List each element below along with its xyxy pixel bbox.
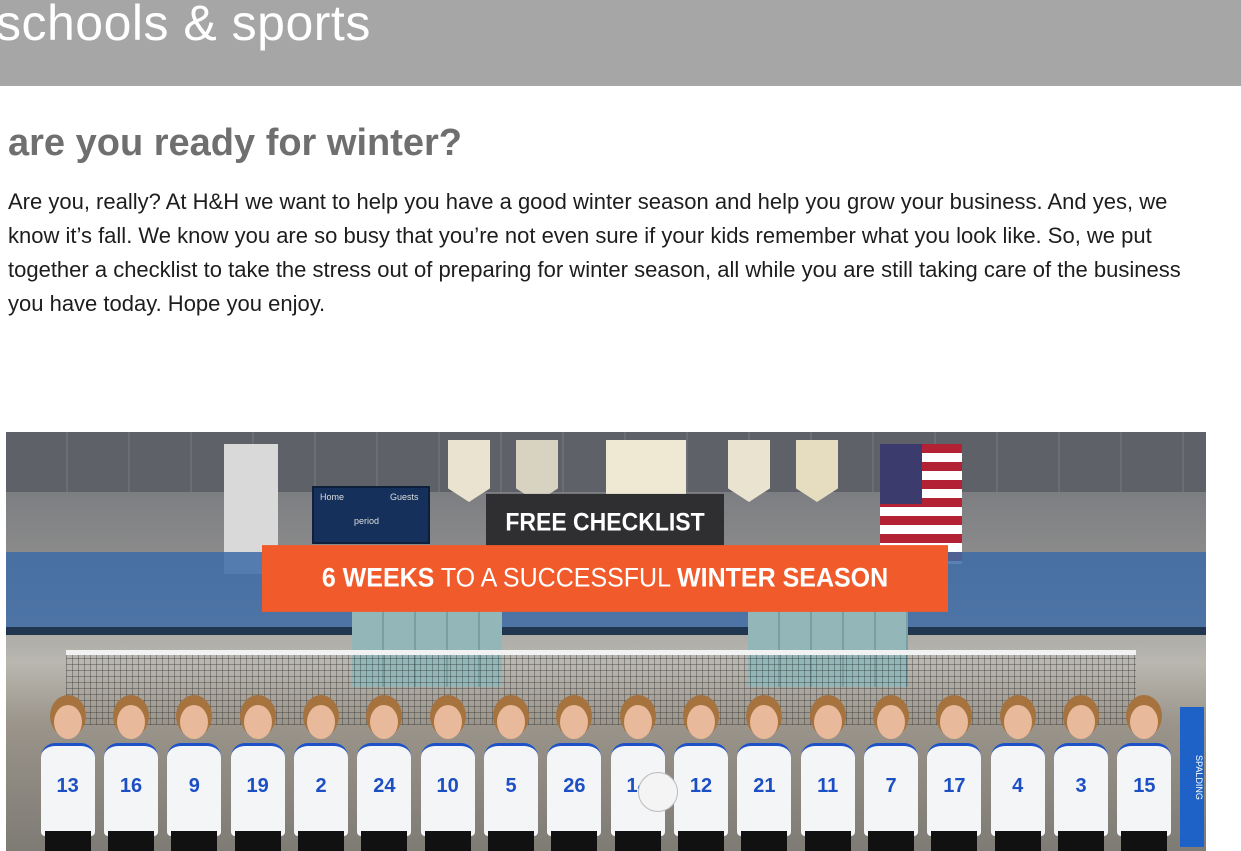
jersey-number: 3 [1075,775,1087,797]
promo-middle: TO A SUCCESSFUL [434,563,678,593]
promo-season: WINTER SEASON [677,563,889,593]
jersey-number: 12 [689,775,713,797]
player-head [370,705,399,739]
player-head [1003,705,1032,739]
team-player: 19 [227,705,289,851]
player-head [53,705,82,739]
pole-pad-logo: SPALDING [1180,707,1204,847]
jersey-number: 19 [246,775,269,797]
pennant-banner [516,440,558,502]
pennant-banner [606,440,686,496]
player-head [1130,705,1159,739]
player-head [940,705,969,739]
player-head [560,705,589,739]
pennant-banner [728,440,770,502]
player-shorts [741,831,788,851]
player-shorts [1121,831,1168,851]
player-shorts [614,831,661,851]
scoreboard-period-label: period [354,516,380,526]
player-shorts [424,831,471,851]
team-player: 9 [163,705,225,851]
jersey-number: 17 [943,775,966,797]
jersey-number: 16 [119,775,143,797]
team-player: 4 [987,705,1049,851]
promo-headline-button[interactable]: 6 WEEKS TO A SUCCESSFUL WINTER SEASON [262,545,948,612]
promo-weeks: 6 WEEKS [321,563,435,593]
section-header-bar: schools & sports [0,0,1241,86]
jersey-number: 4 [1012,775,1024,797]
player-shorts [868,831,914,851]
scoreboard: Home Guests period [312,486,430,544]
team-player: 12 [670,705,732,851]
jersey-number: 9 [188,775,200,797]
team-player: 16 [100,705,162,851]
player-shorts [361,831,408,851]
jersey-number: 11 [817,775,839,797]
jersey-number: 5 [505,775,517,797]
team-player: 17 [923,705,985,851]
jersey-number: 15 [1133,775,1156,797]
gym-wall-stripe [6,627,1206,635]
team-player: 11 [797,705,859,851]
free-checklist-tag[interactable]: FREE CHECKLIST [486,493,724,551]
section-title: schools & sports [0,0,371,51]
jersey-number: 26 [563,775,586,797]
team-player: 26 [543,705,605,851]
player-shorts [804,831,851,851]
player-head [1067,705,1095,739]
team-player: 10 [417,705,479,851]
team-player: 3 [1050,705,1112,851]
scoreboard-guests-label: Guests [390,492,419,502]
scoreboard-home-label: Home [320,492,345,502]
player-head [623,705,652,739]
player-shorts [171,831,218,851]
player-shorts [994,831,1041,851]
pennant-banner [796,440,838,502]
player-shorts [678,831,724,851]
jersey-number: 21 [753,775,776,797]
player-head [117,705,145,739]
jersey-number: 10 [436,775,459,797]
player-shorts [108,831,154,851]
player-shorts [488,831,534,851]
player-shorts [551,831,598,851]
jersey-number: 7 [885,775,897,797]
team-player: 21 [733,705,795,851]
player-head [877,705,905,739]
pennant-banner [448,440,490,502]
team-player: 5 [480,705,542,851]
team-player: 7 [860,705,922,851]
jersey-number: 24 [373,775,396,797]
player-shorts [298,831,344,851]
player-head [433,705,462,739]
player-head [180,705,209,739]
team-players: 131691922410526141221117174315 [36,700,1176,851]
jersey-number: 2 [315,775,327,797]
player-shorts [234,831,281,851]
volleyball [638,772,678,812]
team-player: 13 [37,705,99,851]
player-head [497,705,525,739]
player-shorts [931,831,978,851]
player-shorts [44,831,91,851]
player-head [687,705,715,739]
team-player: 15 [1113,705,1175,851]
player-head [307,705,335,739]
player-head [243,705,272,739]
team-player: 2 [290,705,352,851]
player-head [813,705,842,739]
article-body: Are you, really? At H&H we want to help … [8,189,1181,316]
jersey-number: 13 [56,775,79,797]
player-head [750,705,779,739]
player-shorts [1058,831,1104,851]
team-player: 24 [353,705,415,851]
article-headline: are you ready for winter? [8,122,463,164]
